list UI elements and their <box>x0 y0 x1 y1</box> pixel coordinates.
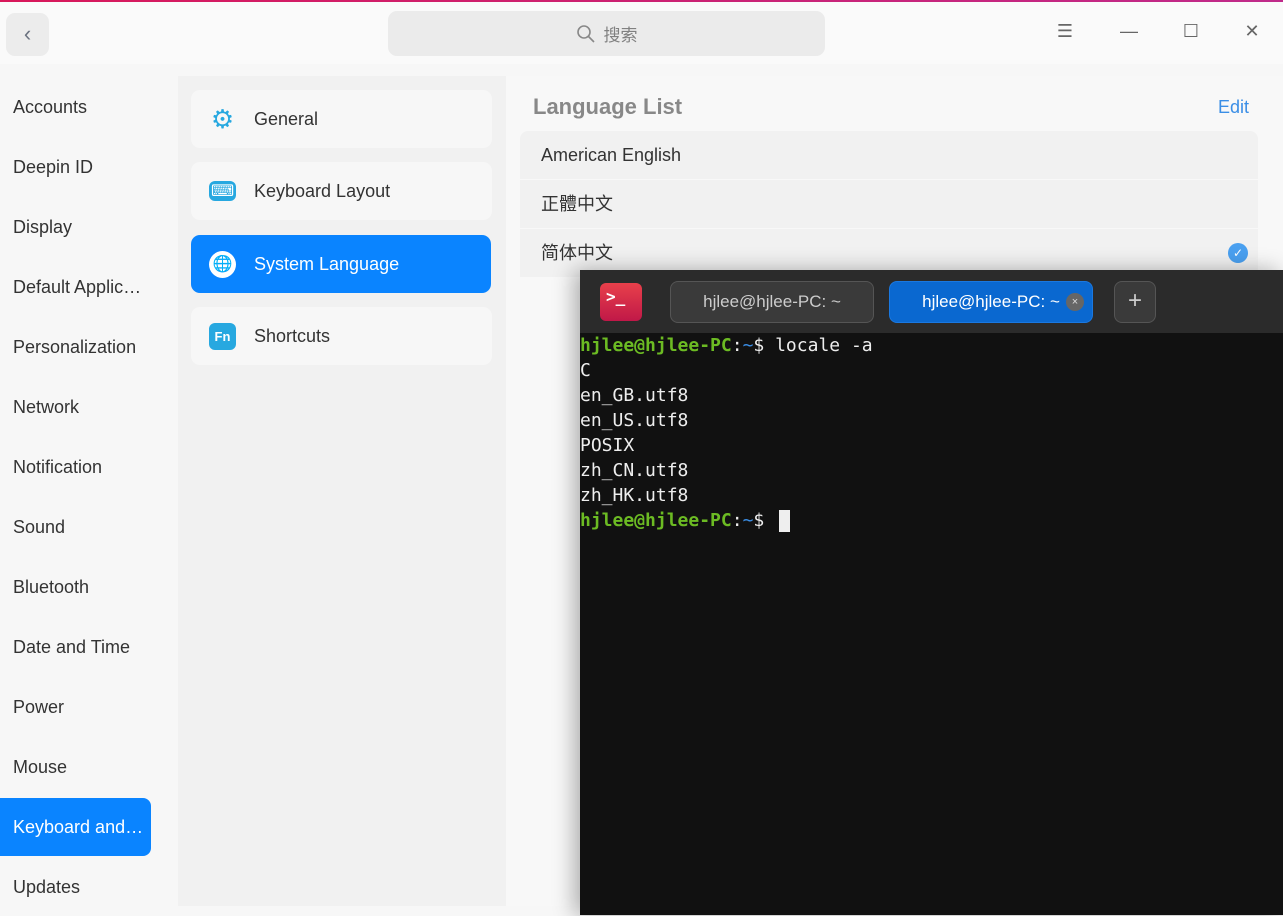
language-list-title: Language List <box>533 94 683 119</box>
prompt-sep: : <box>731 335 743 356</box>
submenu-label: System Language <box>254 253 400 274</box>
close-tab-icon[interactable]: × <box>1066 293 1084 311</box>
terminal-tab-bar: >_ hjlee@hjlee-PC: ~ hjlee@hjlee-PC: ~ × … <box>580 270 1283 333</box>
sidebar-item-bluetooth[interactable]: Bluetooth <box>0 558 151 616</box>
sidebar-item-accounts[interactable]: Accounts <box>0 78 151 136</box>
sidebar-item-deepin-id[interactable]: Deepin ID <box>0 138 151 196</box>
submenu-keyboard-layout[interactable]: ⌨ Keyboard Layout <box>191 162 492 220</box>
minimize-button[interactable]: — <box>1114 16 1144 46</box>
output-line: POSIX <box>580 435 635 456</box>
command-line: hjlee@hjlee-PC:~$ locale -a <box>580 333 1283 358</box>
menu-button[interactable]: ☰ <box>1050 16 1080 46</box>
maximize-button[interactable]: ☐ <box>1176 16 1206 46</box>
edit-button[interactable]: Edit <box>1218 97 1249 118</box>
output-line: zh_CN.utf8 <box>580 460 689 481</box>
sidebar: Accounts Deepin ID Display Default Appli… <box>0 64 165 915</box>
terminal-tab-active[interactable]: hjlee@hjlee-PC: ~ × <box>889 281 1093 323</box>
submenu-shortcuts[interactable]: Fn Shortcuts <box>191 307 492 365</box>
gear-icon: ⚙ <box>210 103 235 134</box>
back-button[interactable]: ‹ <box>6 13 49 56</box>
title-bar: ‹ 搜索 ☰ — ☐ ✕ <box>0 2 1283 64</box>
submenu-label: Shortcuts <box>254 325 331 346</box>
terminal-output[interactable]: hjlee@hjlee-PC:~$ locale -a C en_GB.utf8… <box>580 333 1283 533</box>
globe-icon: 🌐 <box>209 250 236 278</box>
sidebar-item-personalization[interactable]: Personalization <box>0 318 151 376</box>
prompt-dir: ~ <box>742 335 754 356</box>
keyboard-submenu: ⚙ General ⌨ Keyboard Layout 🌐 System Lan… <box>178 76 506 906</box>
terminal-window: >_ hjlee@hjlee-PC: ~ hjlee@hjlee-PC: ~ × … <box>580 270 1283 915</box>
prompt-user: hjlee@hjlee-PC <box>580 510 732 531</box>
text-cursor <box>779 510 791 532</box>
language-label: 正體中文 <box>541 194 613 214</box>
sidebar-item-keyboard[interactable]: Keyboard and… <box>0 798 151 856</box>
submenu-general[interactable]: ⚙ General <box>191 90 492 148</box>
sidebar-item-mouse[interactable]: Mouse <box>0 738 151 796</box>
prompt-user: hjlee@hjlee-PC <box>580 335 732 356</box>
close-button[interactable]: ✕ <box>1237 16 1267 46</box>
sidebar-item-sound[interactable]: Sound <box>0 498 151 556</box>
search-placeholder: 搜索 <box>603 26 638 45</box>
language-item[interactable]: 正體中文 <box>520 180 1258 228</box>
prompt-line: hjlee@hjlee-PC:~$ <box>580 508 1283 533</box>
fn-key-icon: Fn <box>209 322 236 350</box>
output-line: zh_HK.utf8 <box>580 485 689 506</box>
terminal-app-icon: >_ <box>600 283 642 321</box>
sidebar-item-default-applications[interactable]: Default Applic… <box>0 258 151 316</box>
output-line: C <box>580 360 591 381</box>
sidebar-item-date-time[interactable]: Date and Time <box>0 618 151 676</box>
prompt-symbol: $ <box>753 335 776 356</box>
prompt-dir: ~ <box>742 510 754 531</box>
sidebar-item-notification[interactable]: Notification <box>0 438 151 496</box>
language-label: 简体中文 <box>541 243 613 263</box>
search-input[interactable]: 搜索 <box>388 11 825 56</box>
keyboard-icon: ⌨ <box>209 181 236 201</box>
prompt-sep: : <box>731 510 743 531</box>
tab-title: hjlee@hjlee-PC: ~ <box>922 292 1060 311</box>
sidebar-item-updates[interactable]: Updates <box>0 858 151 916</box>
terminal-tab[interactable]: hjlee@hjlee-PC: ~ <box>670 281 874 323</box>
submenu-label: General <box>254 108 319 129</box>
sidebar-item-display[interactable]: Display <box>0 198 151 256</box>
language-label: American English <box>541 145 682 165</box>
language-item[interactable]: American English <box>520 131 1258 179</box>
prompt-symbol: $ <box>753 510 776 531</box>
checkmark-icon: ✓ <box>1228 243 1248 263</box>
output-line: en_GB.utf8 <box>580 385 689 406</box>
submenu-label: Keyboard Layout <box>254 180 391 201</box>
sidebar-item-network[interactable]: Network <box>0 378 151 436</box>
new-tab-button[interactable]: + <box>1114 281 1156 323</box>
sidebar-item-power[interactable]: Power <box>0 678 151 736</box>
command-text: locale -a <box>775 335 873 356</box>
search-icon <box>576 24 595 43</box>
submenu-system-language[interactable]: 🌐 System Language <box>191 235 491 293</box>
output-line: en_US.utf8 <box>580 410 689 431</box>
